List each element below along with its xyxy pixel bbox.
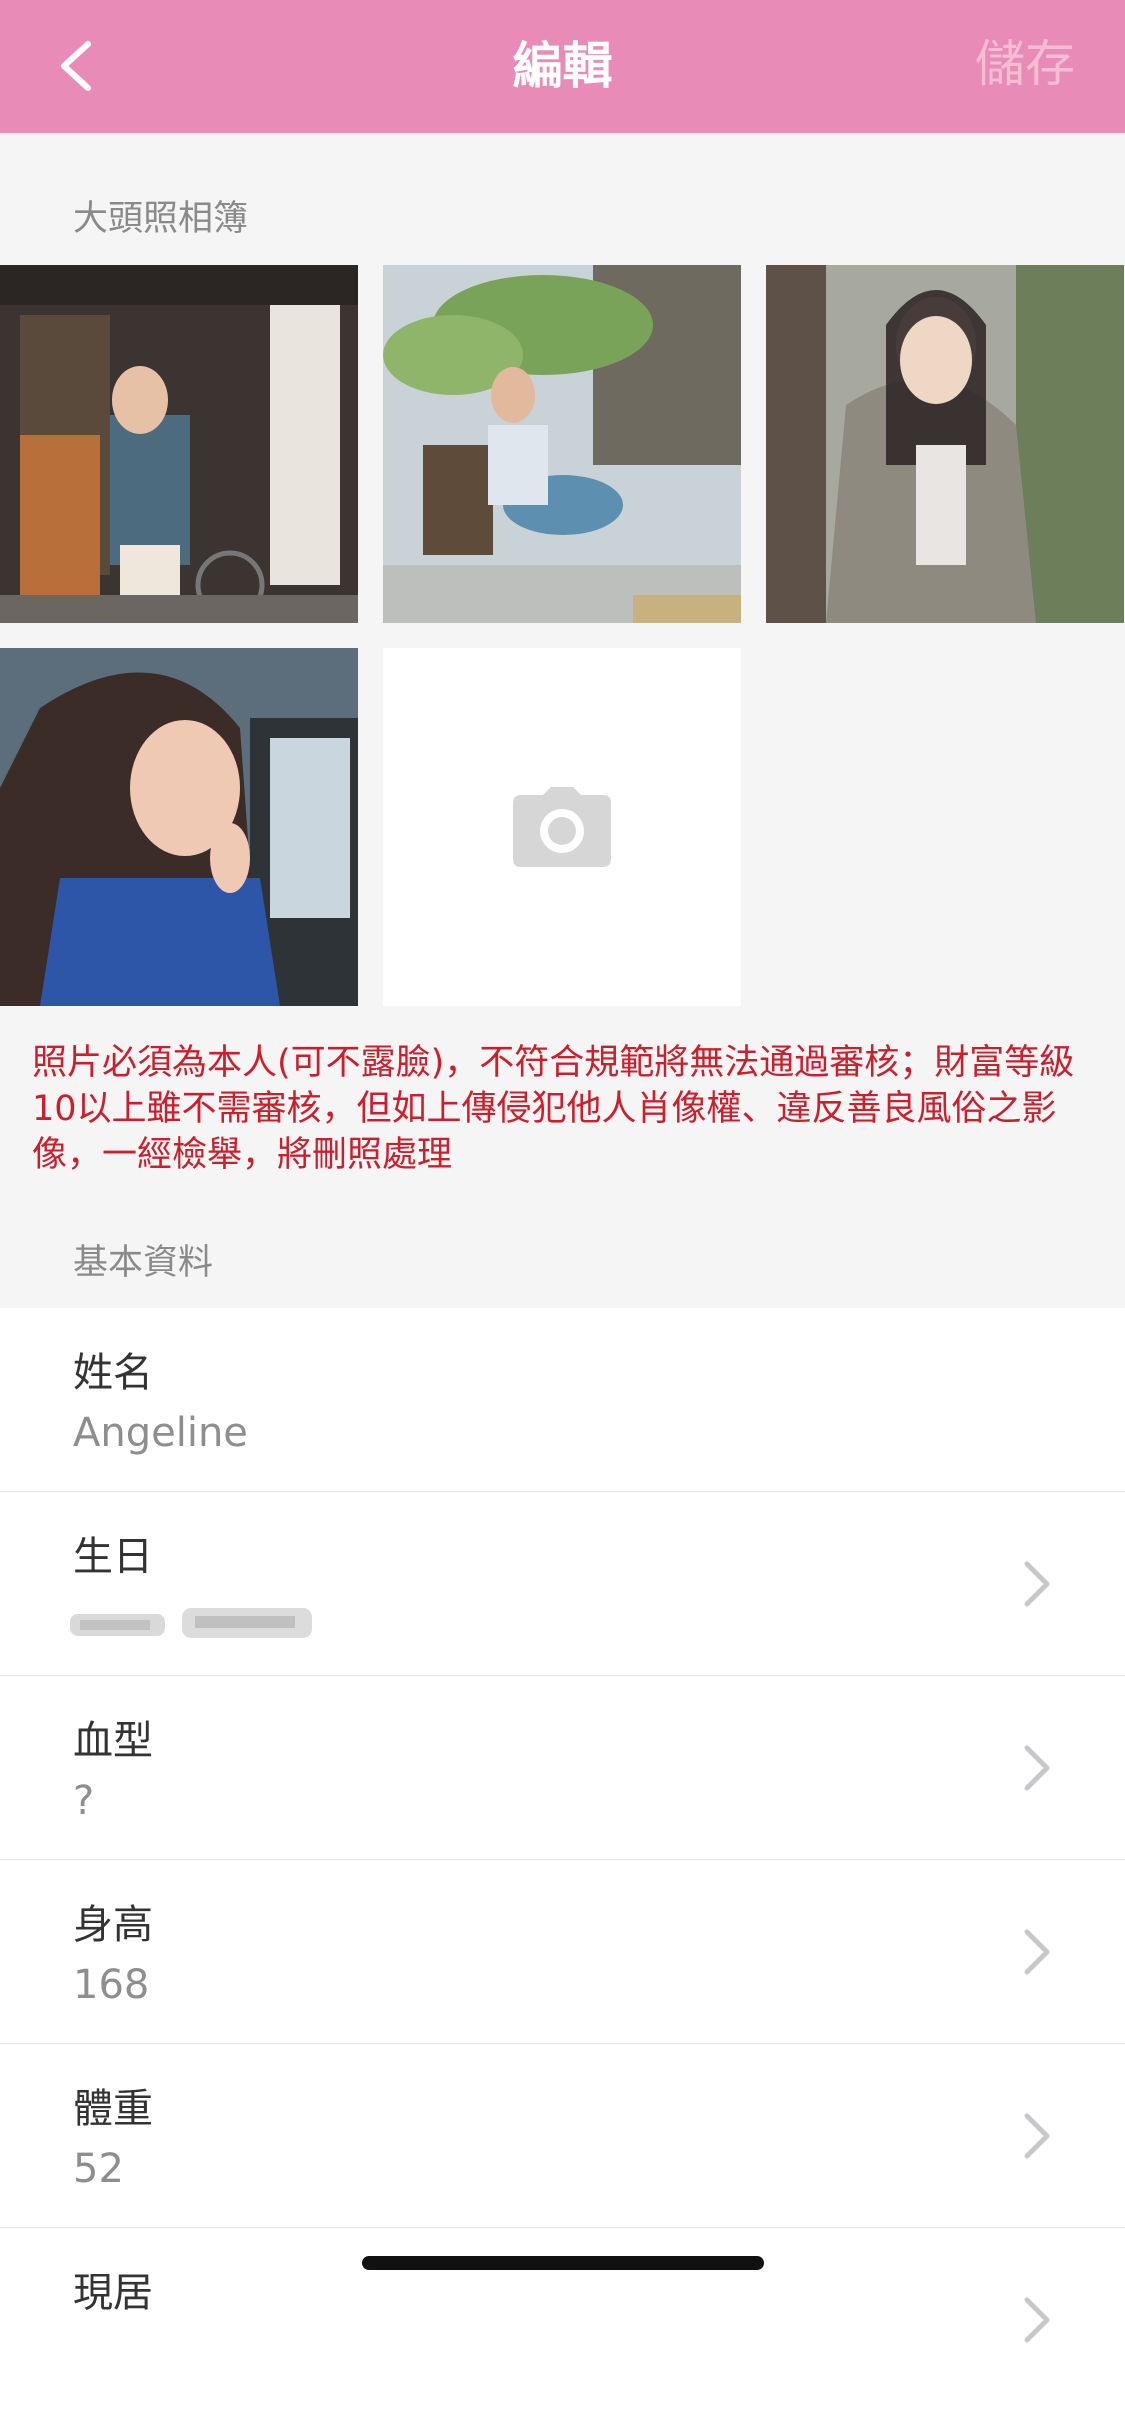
chevron-right-icon [1024, 2297, 1050, 2343]
field-row-weight[interactable]: 體重 52 [0, 2044, 1125, 2228]
field-row-height[interactable]: 身高 168 [0, 1860, 1125, 2044]
field-label: 姓名 [73, 1350, 153, 1396]
blurred-birthday-value [70, 1608, 312, 1638]
album-section-title: 大頭照相簿 [73, 199, 249, 239]
home-indicator [362, 2256, 764, 2270]
field-label: 血型 [73, 1718, 153, 1764]
field-value: 168 [73, 1962, 150, 2008]
photo-policy-notice: 照片必須為本人(可不露臉)，不符合規範將無法通過審核；財富等級10以上雖不需審核… [32, 1043, 1075, 1175]
field-row-birthday[interactable]: 生日 [0, 1492, 1125, 1676]
album-photo-1[interactable] [0, 265, 358, 623]
field-label: 現居 [73, 2270, 153, 2316]
chevron-right-icon [1024, 1561, 1050, 1607]
album-photo-3[interactable] [766, 265, 1124, 623]
basic-info-list: 姓名 Angeline 生日 血型 ? 身高 168 體重 52 現居 [0, 1308, 1125, 2411]
chevron-right-icon [1024, 1929, 1050, 1975]
album-photo-4[interactable] [0, 648, 358, 1006]
field-label: 身高 [73, 1902, 153, 1948]
field-row-name[interactable]: 姓名 Angeline [0, 1308, 1125, 1492]
add-photo-button[interactable] [383, 648, 741, 1006]
field-row-blood-type[interactable]: 血型 ? [0, 1676, 1125, 1860]
field-value: Angeline [73, 1410, 248, 1456]
camera-icon [513, 787, 611, 867]
field-label: 生日 [73, 1534, 153, 1580]
basic-info-section-title: 基本資料 [73, 1243, 214, 1283]
chevron-right-icon [1024, 1745, 1050, 1791]
field-value: 52 [73, 2146, 124, 2192]
album-photo-2[interactable] [383, 265, 741, 623]
page-title: 編輯 [512, 37, 613, 95]
field-label: 體重 [73, 2086, 153, 2132]
field-value: ? [73, 1778, 95, 1824]
navigation-bar: 編輯 儲存 [0, 0, 1125, 133]
save-button[interactable]: 儲存 [975, 32, 1075, 96]
chevron-right-icon [1024, 2113, 1050, 2159]
